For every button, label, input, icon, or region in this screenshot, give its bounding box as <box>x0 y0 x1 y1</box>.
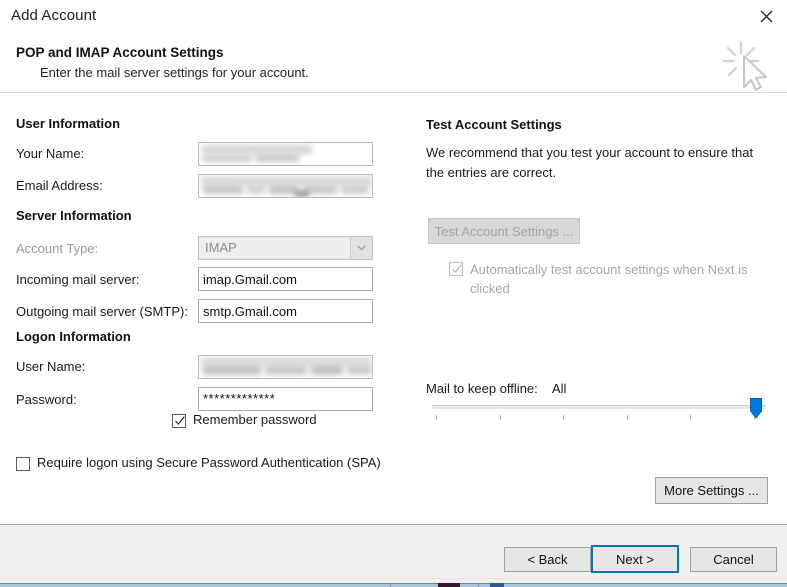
label-email-address: Email Address: <box>16 178 103 193</box>
account-type-value: IMAP <box>205 240 237 255</box>
back-button[interactable]: < Back <box>504 547 591 572</box>
check-icon <box>452 264 462 273</box>
remember-password-label: Remember password <box>193 412 317 427</box>
account-type-dropdown[interactable]: IMAP <box>198 236 373 260</box>
background-window-strip <box>0 578 787 587</box>
test-account-settings-description: We recommend that you test your account … <box>426 145 754 180</box>
page-subtitle: Enter the mail server settings for your … <box>40 65 309 80</box>
section-heading-logon-information: Logon Information <box>16 329 131 344</box>
auto-test-label: Automatically test account settings when… <box>470 262 748 296</box>
more-settings-button[interactable]: More Settings ... <box>655 477 768 504</box>
password-value: ************* <box>203 391 276 406</box>
outgoing-mail-server-input[interactable] <box>198 299 373 323</box>
label-password: Password: <box>16 392 77 407</box>
user-name-input[interactable] <box>198 355 373 379</box>
chevron-down-icon <box>350 237 372 259</box>
dialog-body: User Information Your Name: Email Addres… <box>0 93 787 524</box>
mail-to-keep-offline-label: Mail to keep offline: <box>426 381 538 396</box>
window-title: Add Account <box>11 7 97 24</box>
close-icon <box>760 10 773 23</box>
mail-to-keep-offline-value: All <box>552 381 567 396</box>
slider-thumb[interactable] <box>750 398 762 419</box>
check-icon <box>175 416 185 425</box>
wizard-header: POP and IMAP Account Settings Enter the … <box>0 34 787 92</box>
close-button[interactable] <box>753 4 779 28</box>
checkbox-box <box>449 262 463 276</box>
label-outgoing-mail-server: Outgoing mail server (SMTP): <box>16 304 188 319</box>
checkbox-box <box>172 414 186 428</box>
label-user-name: User Name: <box>16 359 86 374</box>
checkbox-box <box>16 457 30 471</box>
section-heading-server-information: Server Information <box>16 208 132 223</box>
title-bar: Add Account <box>0 0 787 34</box>
incoming-mail-server-input[interactable] <box>198 267 373 291</box>
label-account-type: Account Type: <box>16 241 99 256</box>
your-name-input[interactable] <box>198 142 373 166</box>
slider-track <box>432 405 766 409</box>
email-address-input[interactable] <box>198 174 373 198</box>
label-your-name: Your Name: <box>16 146 85 161</box>
section-heading-user-information: User Information <box>16 116 121 131</box>
remember-password-checkbox[interactable]: Remember password <box>172 412 317 428</box>
test-account-settings-button[interactable]: Test Account Settings ... <box>428 218 580 244</box>
test-account-settings-heading: Test Account Settings <box>426 117 562 132</box>
page-title: POP and IMAP Account Settings <box>16 45 224 60</box>
background-window-bar <box>0 583 787 587</box>
next-button[interactable]: Next > <box>591 545 679 573</box>
require-spa-label: Require logon using Secure Password Auth… <box>37 455 381 470</box>
dialog-footer: < Back Next > Cancel <box>0 525 787 582</box>
password-input[interactable]: ************* <box>198 387 373 411</box>
auto-test-checkbox[interactable]: Automatically test account settings when… <box>449 260 760 298</box>
require-spa-checkbox[interactable]: Require logon using Secure Password Auth… <box>16 455 381 471</box>
cancel-button[interactable]: Cancel <box>690 547 777 572</box>
label-incoming-mail-server: Incoming mail server: <box>16 272 140 287</box>
cursor-sparkle-icon <box>719 38 775 92</box>
slider-ticks <box>432 415 766 421</box>
mail-offline-slider[interactable] <box>432 398 766 422</box>
